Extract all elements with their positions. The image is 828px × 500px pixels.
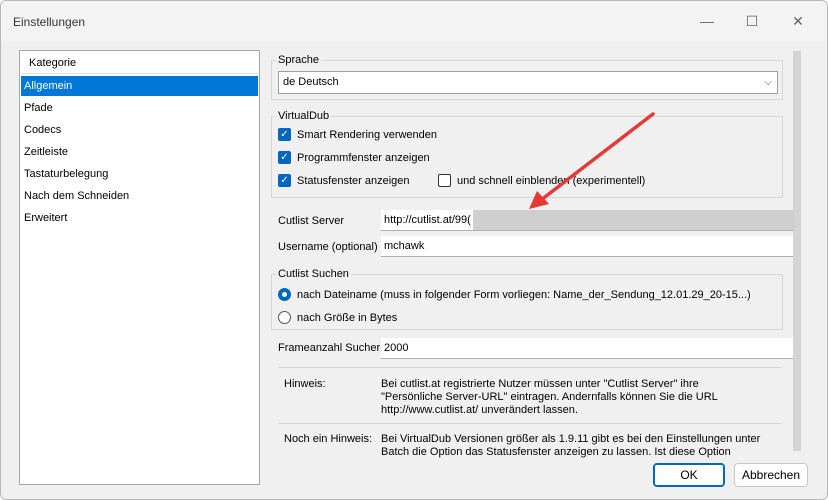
ok-button[interactable]: OK — [653, 463, 725, 487]
settings-window: Einstellungen — ☐ ✕ Kategorie Allgemein … — [0, 0, 828, 500]
cancel-button[interactable]: Abbrechen — [734, 463, 808, 487]
annotation-arrow-icon — [529, 112, 655, 209]
